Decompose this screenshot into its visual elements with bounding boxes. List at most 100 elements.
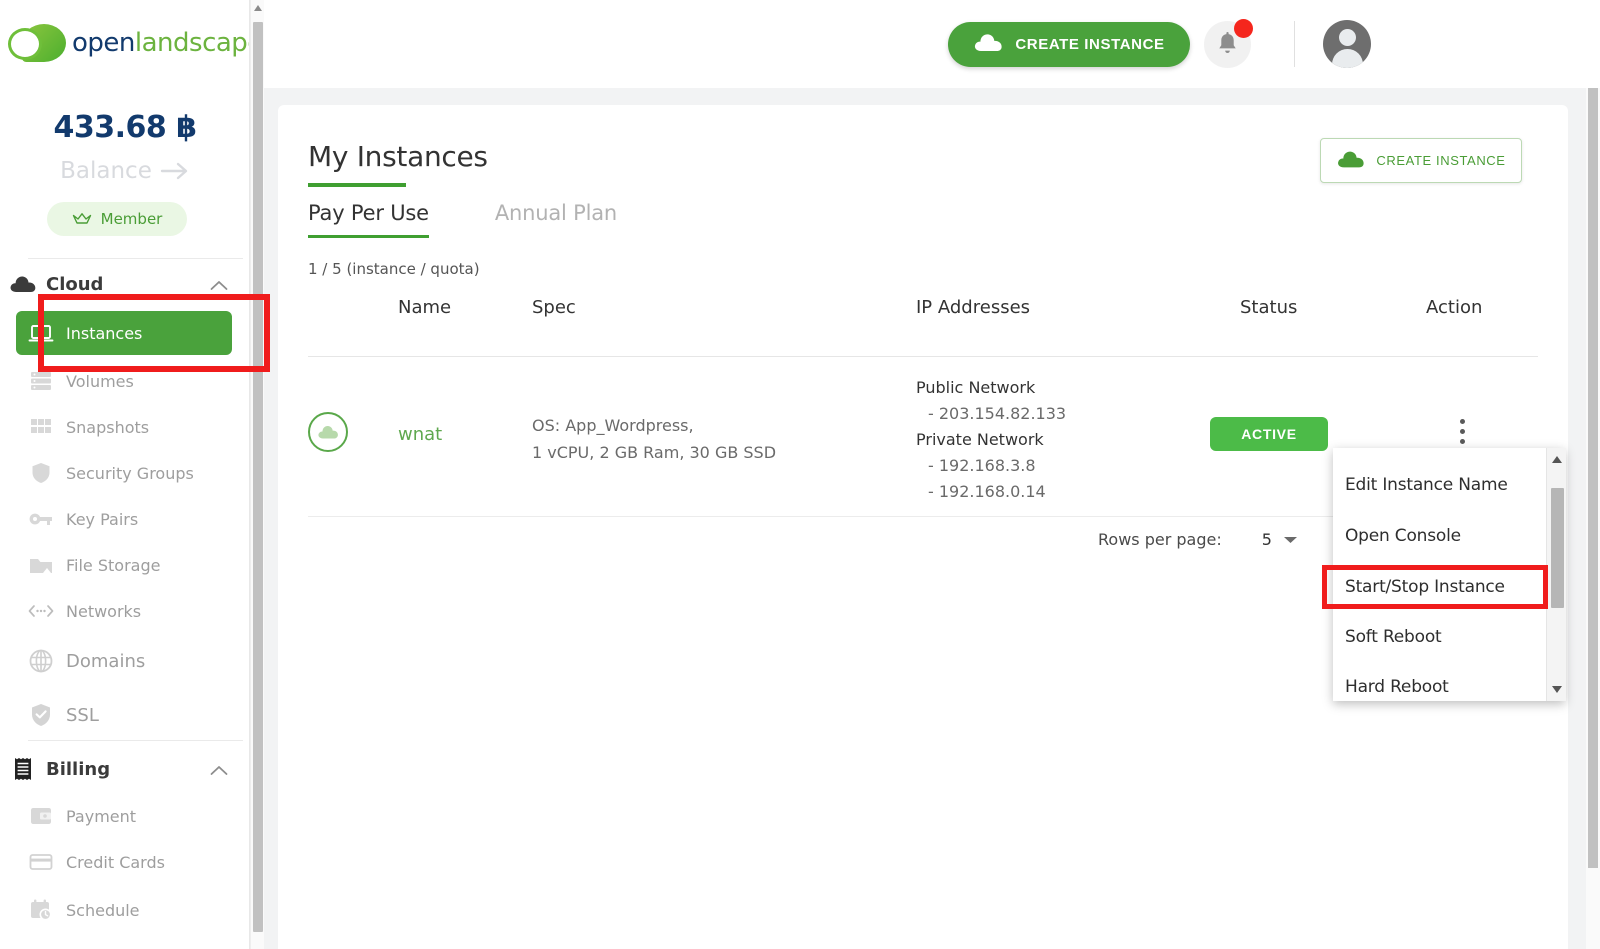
app-root: openlandscape 433.68 ฿ Balance Member Cl… bbox=[0, 0, 1600, 949]
menu-item-start-stop-instance[interactable]: Start/Stop Instance bbox=[1333, 562, 1565, 612]
instance-ip-addresses: Public Network - 203.154.82.133 Private … bbox=[916, 375, 1066, 505]
instance-name-link[interactable]: wnat bbox=[398, 424, 442, 445]
instance-spec-os: OS: App_Wordpress, bbox=[532, 416, 694, 435]
kebab-menu-icon[interactable] bbox=[1448, 419, 1476, 449]
sidebar-item-instances-label: Instances bbox=[66, 323, 143, 343]
quota-text: 1 / 5 (instance / quota) bbox=[308, 260, 480, 278]
avatar[interactable] bbox=[1323, 20, 1371, 68]
shield-icon bbox=[16, 461, 66, 485]
menu-scroll-down-arrow-icon[interactable] bbox=[1552, 686, 1562, 693]
menu-item-edit-instance-name[interactable]: Edit Instance Name bbox=[1333, 460, 1565, 510]
page-title: My Instances bbox=[308, 140, 488, 173]
create-instance-button-card-label: CREATE INSTANCE bbox=[1376, 153, 1506, 168]
action-menu-scrollbar-thumb[interactable] bbox=[1551, 488, 1564, 608]
folder-icon bbox=[16, 555, 66, 576]
scroll-up-arrow-icon[interactable] bbox=[254, 5, 262, 11]
sidebar-scrollbar[interactable] bbox=[250, 0, 264, 949]
sidebar-divider-top bbox=[28, 258, 243, 259]
sidebar-item-payment-label: Payment bbox=[66, 806, 137, 826]
networks-icon bbox=[16, 603, 66, 619]
sidebar-scrollbar-thumb[interactable] bbox=[253, 22, 263, 932]
create-instance-button-header[interactable]: CREATE INSTANCE bbox=[948, 22, 1190, 67]
avatar-body-icon bbox=[1332, 49, 1363, 68]
balance-label: Balance bbox=[60, 158, 152, 184]
sidebar-item-domains[interactable]: Domains bbox=[16, 639, 232, 683]
column-header-name: Name bbox=[398, 297, 452, 318]
chevron-down-icon[interactable] bbox=[1282, 530, 1299, 549]
sidebar-item-credit-cards-label: Credit Cards bbox=[66, 852, 165, 872]
sidebar-item-security-groups-label: Security Groups bbox=[66, 463, 194, 483]
table-header: Name Spec IP Addresses Status Action bbox=[308, 297, 1538, 357]
sidebar-item-credit-cards[interactable]: Credit Cards bbox=[16, 840, 232, 884]
create-instance-button-header-label: CREATE INSTANCE bbox=[1015, 36, 1165, 53]
laptop-icon bbox=[16, 323, 66, 343]
sidebar-group-cloud[interactable]: Cloud bbox=[0, 263, 249, 305]
brand-landscape-text: landscape bbox=[134, 28, 249, 58]
private-network-label: Private Network bbox=[916, 430, 1044, 449]
top-header: CREATE INSTANCE bbox=[264, 0, 1600, 88]
key-icon bbox=[16, 510, 66, 528]
page-scrollbar-thumb[interactable] bbox=[1588, 88, 1598, 868]
rows-per-page-label: Rows per page: bbox=[1098, 530, 1222, 549]
sidebar-item-ssl-label: SSL bbox=[66, 704, 99, 726]
tabs: Pay Per Use Annual Plan bbox=[308, 201, 683, 238]
header-divider bbox=[1294, 21, 1295, 67]
sidebar-item-snapshots[interactable]: Snapshots bbox=[16, 405, 232, 449]
openlandscape-logo-icon bbox=[8, 22, 66, 64]
menu-item-hard-reboot[interactable]: Hard Reboot bbox=[1333, 662, 1565, 701]
rows-per-page-value[interactable]: 5 bbox=[1262, 530, 1272, 549]
notifications-button[interactable] bbox=[1204, 19, 1253, 68]
sidebar-group-cloud-label: Cloud bbox=[46, 273, 104, 295]
brand-wordmark: openlandscape bbox=[72, 28, 249, 58]
page-scrollbar[interactable] bbox=[1586, 88, 1600, 949]
column-header-status: Status bbox=[1240, 297, 1298, 318]
sidebar-item-snapshots-label: Snapshots bbox=[66, 417, 150, 437]
balance-amount: 433.68 ฿ bbox=[53, 110, 197, 145]
sidebar: openlandscape 433.68 ฿ Balance Member Cl… bbox=[0, 0, 250, 949]
chevron-up-icon[interactable] bbox=[210, 276, 228, 295]
menu-item-soft-reboot[interactable]: Soft Reboot bbox=[1333, 612, 1565, 662]
private-ip-value-2: - 192.168.0.14 bbox=[928, 482, 1046, 501]
sidebar-item-security-groups[interactable]: Security Groups bbox=[16, 451, 232, 495]
sidebar-item-instances[interactable]: Instances bbox=[16, 311, 232, 355]
sidebar-item-file-storage[interactable]: File Storage bbox=[16, 543, 232, 587]
credit-card-icon bbox=[16, 852, 66, 872]
sidebar-item-key-pairs[interactable]: Key Pairs bbox=[16, 497, 232, 541]
cloud-icon-card-button bbox=[1336, 149, 1365, 172]
member-badge-label: Member bbox=[100, 210, 163, 228]
sidebar-item-networks-label: Networks bbox=[66, 601, 142, 621]
instance-spec-resources: 1 vCPU, 2 GB Ram, 30 GB SSD bbox=[532, 443, 777, 462]
sidebar-item-networks[interactable]: Networks bbox=[16, 589, 232, 633]
sidebar-group-billing[interactable]: Billing bbox=[0, 748, 249, 790]
column-header-action: Action bbox=[1426, 297, 1483, 318]
arrow-right-icon bbox=[160, 162, 188, 180]
column-header-spec: Spec bbox=[532, 297, 576, 318]
sidebar-item-volumes[interactable]: Volumes bbox=[16, 359, 232, 403]
sidebar-item-payment[interactable]: Payment bbox=[16, 794, 232, 838]
brand-logo[interactable]: openlandscape bbox=[8, 22, 249, 64]
action-menu-scrollbar[interactable] bbox=[1546, 448, 1566, 701]
cloud-instance-icon bbox=[308, 412, 348, 452]
crown-icon bbox=[72, 212, 91, 224]
sidebar-item-schedule-label: Schedule bbox=[66, 900, 140, 920]
sidebar-item-ssl[interactable]: SSL bbox=[16, 693, 232, 737]
member-badge: Member bbox=[47, 202, 187, 236]
globe-icon bbox=[16, 648, 66, 674]
balance-link[interactable]: Balance bbox=[0, 158, 249, 184]
sidebar-divider-billing bbox=[28, 740, 243, 741]
sidebar-item-schedule[interactable]: Schedule bbox=[16, 888, 232, 932]
sidebar-item-file-storage-label: File Storage bbox=[66, 555, 161, 575]
tab-pay-per-use[interactable]: Pay Per Use bbox=[308, 201, 429, 238]
snapshots-icon bbox=[16, 417, 66, 437]
create-instance-button-card[interactable]: CREATE INSTANCE bbox=[1320, 138, 1522, 183]
chevron-up-icon-billing[interactable] bbox=[210, 761, 228, 780]
volumes-icon bbox=[16, 370, 66, 392]
private-ip-value-1: - 192.168.3.8 bbox=[928, 456, 1036, 475]
receipt-icon bbox=[0, 756, 46, 782]
menu-scroll-up-arrow-icon[interactable] bbox=[1552, 456, 1562, 463]
tab-annual-plan[interactable]: Annual Plan bbox=[495, 201, 617, 238]
wallet-icon bbox=[16, 805, 66, 827]
instance-spec: OS: App_Wordpress, 1 vCPU, 2 GB Ram, 30 … bbox=[532, 412, 776, 466]
sidebar-group-billing-label: Billing bbox=[46, 758, 111, 780]
menu-item-open-console[interactable]: Open Console bbox=[1333, 511, 1565, 561]
